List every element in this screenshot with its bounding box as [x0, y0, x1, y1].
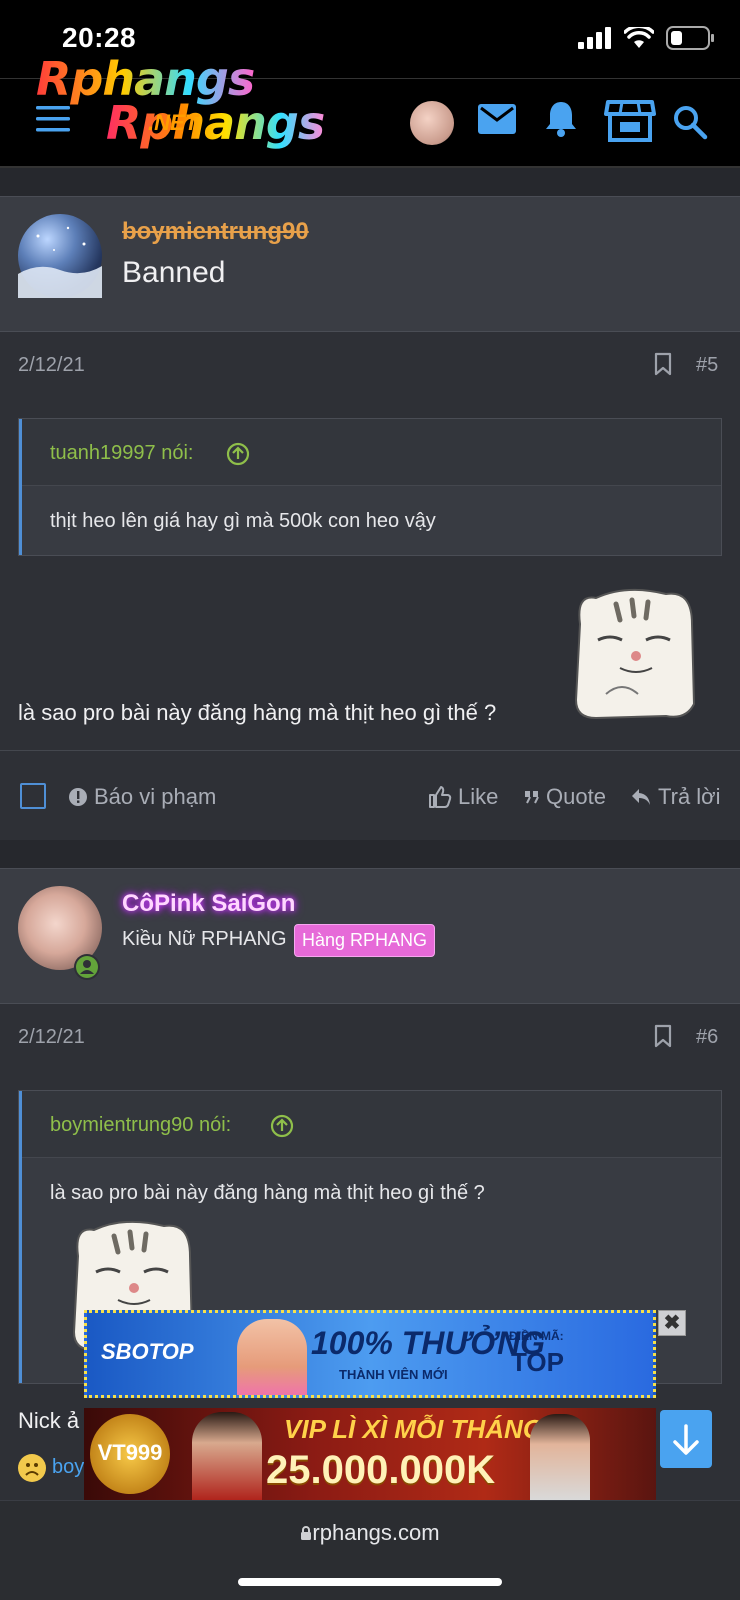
post-5-date[interactable]: 2/12/21	[18, 354, 85, 377]
post-6-user-badge: Hàng RPHANG	[294, 924, 436, 957]
menu-icon[interactable]	[36, 106, 70, 132]
post-5-username[interactable]: boymientrung90	[122, 218, 309, 246]
post-5-report-button[interactable]: Báo vi phạm	[68, 784, 216, 810]
ad2-model-left	[192, 1412, 262, 1500]
post-6-username[interactable]: CôPink SaiGon	[122, 890, 295, 918]
snow-scene-icon	[18, 226, 102, 298]
ad-close-button[interactable]: ✖	[658, 1310, 686, 1336]
ad1-brand: SBOTOP	[101, 1339, 194, 1364]
post-5-quote-author-text: tuanh19997 nói:	[50, 442, 194, 464]
ad2-model-right	[530, 1414, 590, 1500]
post-5-message: là sao pro bài này đăng hàng mà thịt heo…	[18, 700, 497, 725]
report-label: Báo vi phạm	[94, 784, 217, 809]
user-avatar[interactable]	[410, 101, 454, 145]
quote-label: Quote	[546, 784, 606, 809]
post-5-like-button[interactable]: Like	[428, 784, 498, 810]
post-6-quote-author-text: boymientrung90 nói:	[50, 1114, 232, 1136]
like-label: Like	[458, 784, 499, 809]
reply-icon	[632, 789, 650, 805]
quote-jump-icon[interactable]	[226, 442, 250, 466]
post-6-user-title: Kiều Nữ RPHANG	[122, 928, 287, 950]
ad1-code-label: ĐIỀN MÃ:	[509, 1329, 564, 1343]
site-logo-net: .NET	[148, 110, 199, 135]
post-5-avatar[interactable]	[18, 214, 102, 298]
vt999-ad-banner[interactable]: VT999 VIP LÌ XÌ MỖI THÁNG 25.000.000K	[84, 1408, 656, 1500]
post-5-quote-text: thịt heo lên giá hay gì mà 500k con heo …	[50, 510, 436, 532]
bookmark-icon[interactable]	[654, 352, 672, 376]
signal-icon	[578, 27, 611, 49]
home-indicator[interactable]	[238, 1578, 502, 1586]
ad2-amount: 25.000.000K	[266, 1448, 496, 1492]
ad2-headline: VIP LÌ XÌ MỖI THÁNG	[284, 1414, 544, 1444]
post-5-quote-author[interactable]: tuanh19997 nói:	[50, 442, 193, 465]
status-icons	[578, 26, 714, 50]
bookmark-icon[interactable]	[654, 1024, 672, 1048]
cat-sticker-icon	[574, 588, 696, 720]
post-6-quote-text: là sao pro bài này đăng hàng mà thịt heo…	[50, 1182, 485, 1204]
quote-jump-icon[interactable]	[270, 1114, 294, 1138]
post-5-user-title: Banned	[122, 256, 226, 289]
reaction-user-link[interactable]: boy	[52, 1456, 84, 1479]
post-6-quote-author[interactable]: boymientrung90 nói:	[50, 1114, 231, 1137]
sad-face-icon	[25, 1463, 39, 1476]
online-status-badge	[74, 954, 100, 980]
ad1-code: TOP	[511, 1347, 564, 1377]
ad2-brand: VT999	[97, 1440, 163, 1465]
sbotop-ad-banner[interactable]: SBOTOP 100% THƯỞNG THÀNH VIÊN MỚI ĐIỀN M…	[84, 1310, 656, 1398]
ad1-model-image	[237, 1319, 307, 1395]
status-time: 20:28	[62, 22, 137, 53]
alert-icon	[69, 788, 87, 806]
url-text: rphangs.com	[312, 1520, 440, 1545]
bell-icon[interactable]	[544, 100, 578, 138]
battery-icon	[666, 26, 714, 50]
mail-icon[interactable]	[478, 104, 516, 134]
content-top-band	[0, 168, 740, 196]
quote-icon	[525, 791, 539, 804]
scroll-down-button[interactable]	[660, 1410, 712, 1468]
post-separator	[0, 840, 740, 868]
address-bar[interactable]: rphangs.com	[0, 1520, 740, 1546]
sad-reaction-icon[interactable]	[18, 1454, 46, 1482]
post-5-reply-button[interactable]: Trả lời	[630, 784, 721, 810]
thumbs-up-icon	[429, 786, 452, 808]
post-5-quote: tuanh19997 nói: thịt heo lên giá hay gì …	[18, 418, 722, 556]
post-5-user-band	[0, 196, 740, 332]
post-5-number[interactable]: #5	[696, 354, 718, 377]
ad1-sub: THÀNH VIÊN MỚI	[339, 1367, 448, 1382]
post-5-quote-button[interactable]: Quote	[524, 784, 606, 810]
post-6-message: Nick ả	[18, 1408, 80, 1433]
post-6-date[interactable]: 2/12/21	[18, 1026, 85, 1049]
store-icon[interactable]	[604, 98, 656, 144]
online-user-icon	[76, 956, 98, 978]
search-icon[interactable]	[672, 104, 708, 140]
post-5-select-checkbox[interactable]	[20, 783, 46, 809]
reply-label: Trả lời	[658, 784, 721, 809]
lock-icon	[301, 1526, 312, 1540]
ad2-logo: VT999	[90, 1414, 170, 1494]
wifi-icon	[624, 27, 654, 48]
post-6-number[interactable]: #6	[696, 1026, 718, 1049]
arrow-down-icon	[673, 1424, 699, 1455]
site-logo-line2[interactable]: Rphangs	[106, 96, 325, 150]
